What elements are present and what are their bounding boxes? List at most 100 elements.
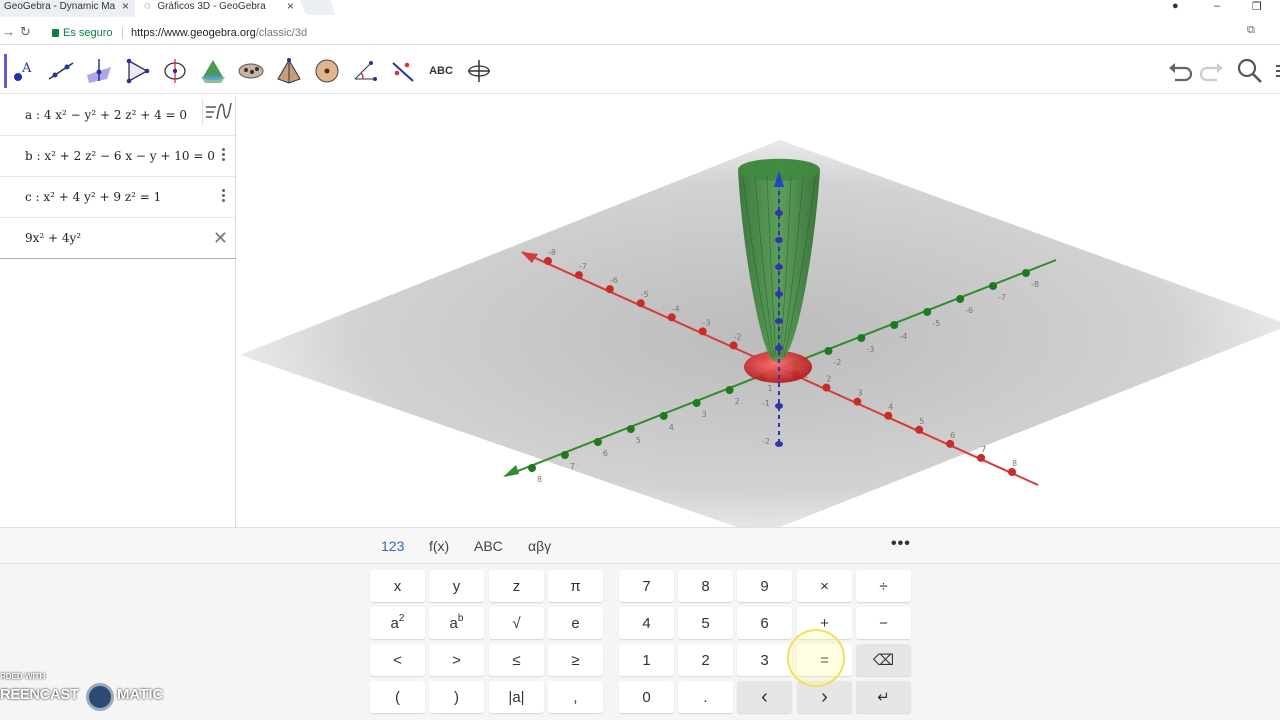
move-tool-button[interactable]: A [4, 54, 38, 88]
watermark-line2a: REENCAST [0, 686, 79, 703]
keyboard-tab-greek[interactable]: αβγ [528, 538, 551, 554]
key-8[interactable]: 8 [678, 570, 733, 602]
key-minus[interactable]: − [856, 607, 911, 639]
sphere-tool-button[interactable] [310, 54, 344, 88]
key-backspace[interactable]: ⌫ [856, 644, 911, 676]
key-less[interactable]: < [370, 644, 425, 676]
key-e[interactable]: e [548, 607, 603, 639]
key-dot[interactable]: . [678, 681, 733, 713]
equation-rhs: 1 [153, 190, 162, 204]
pyramid-tool-button[interactable] [272, 54, 306, 88]
key-leq[interactable]: ≤ [489, 644, 544, 676]
key-power[interactable]: ab [429, 607, 484, 639]
algebra-input-text[interactable]: 9x² + 4y² [25, 231, 81, 245]
key-z[interactable]: z [489, 570, 544, 602]
tab-close-icon[interactable]: × [287, 0, 294, 13]
key-abs[interactable]: |a| [489, 681, 544, 713]
undo-button[interactable] [1165, 56, 1195, 86]
key-cursor-left[interactable]: ‹ [737, 681, 792, 713]
angle-tool-button[interactable] [348, 54, 382, 88]
menu-button[interactable] [1270, 56, 1280, 86]
graphics-3d-view[interactable]: -8-7-6-5-4-3-2-11234567887654321-1-2-3-4… [240, 95, 1280, 527]
x-tick-mark [915, 425, 924, 434]
key-comma[interactable]: , [548, 681, 603, 713]
omnibox-divider [122, 27, 123, 39]
key-close-paren[interactable]: ) [429, 681, 484, 713]
algebra-item-b[interactable]: b : x² + 2 z² − 6 x − y + 10 = 0 [0, 136, 236, 177]
keyboard-tab-functions[interactable]: f(x) [429, 538, 449, 554]
key-divide[interactable]: ÷ [856, 570, 911, 602]
key-multiply[interactable]: × [797, 570, 852, 602]
key-0[interactable]: 0 [619, 681, 674, 713]
graphics-3d-canvas[interactable]: -8-7-6-5-4-3-2-11234567887654321-1-2-3-4… [240, 95, 1280, 527]
intersect-surfaces-tool-button[interactable] [196, 54, 230, 88]
translate-icon[interactable]: ⧉ [1247, 24, 1255, 37]
key-cursor-right[interactable]: › [797, 681, 852, 713]
search-button[interactable] [1235, 56, 1265, 86]
browser-tab-geogebra[interactable]: GeoGebra - Dynamic Ma × [0, 0, 135, 17]
ellipsoid-tool-button[interactable] [234, 54, 268, 88]
redo-button[interactable] [1197, 56, 1227, 86]
reload-icon[interactable]: ↻ [20, 24, 31, 40]
watermark-line2b: MATIC [117, 686, 164, 703]
circle-tool-button[interactable] [158, 54, 192, 88]
geogebra-favicon-icon: ◌ [144, 0, 151, 12]
item-menu-icon[interactable] [222, 148, 226, 164]
algebra-item-c[interactable]: c : x² + 4 y² + 9 z² = 1 [0, 177, 236, 218]
mouse-cursor-highlight [787, 629, 845, 687]
key-square[interactable]: a2 [370, 607, 425, 639]
key-pi[interactable]: π [548, 570, 603, 602]
keyboard-tab-numbers[interactable]: 123 [381, 538, 404, 554]
sort-graph-icon [206, 102, 232, 120]
text-tool-button[interactable]: ABC [424, 54, 458, 88]
item-menu-icon[interactable] [222, 189, 226, 205]
restore-icon[interactable]: ❐ [1252, 0, 1262, 13]
key-y[interactable]: y [429, 570, 484, 602]
key-4[interactable]: 4 [619, 607, 674, 639]
z-tick-label: -1 [762, 399, 770, 408]
key-3[interactable]: 3 [737, 644, 792, 676]
key-greater[interactable]: > [429, 644, 484, 676]
y-tick-mark [659, 412, 668, 420]
rotate-view-tool-button[interactable] [462, 54, 496, 88]
algebra-style-button[interactable] [202, 99, 232, 125]
equation-rhs: 0 [179, 108, 188, 122]
line-tool-button[interactable] [44, 54, 78, 88]
x-tick-mark [698, 327, 707, 336]
key-open-paren[interactable]: ( [370, 681, 425, 713]
key-9[interactable]: 9 [737, 570, 792, 602]
keyboard-tab-letters[interactable]: ABC [474, 538, 503, 554]
user-profile-icon[interactable]: ● [1172, 0, 1179, 12]
key-6[interactable]: 6 [737, 607, 792, 639]
new-tab-button[interactable] [300, 0, 336, 15]
browser-tab-graficos3d[interactable]: ◌ Gráficos 3D - GeoGebra × [140, 0, 300, 17]
key-x[interactable]: x [370, 570, 425, 602]
key-5[interactable]: 5 [678, 607, 733, 639]
url-omnibox[interactable]: Es seguro https://www.geogebra.org/class… [44, 23, 1264, 43]
x-tick-label: 8 [1012, 459, 1017, 468]
reflect-tool-button[interactable] [386, 54, 420, 88]
perpendicular-tool-button[interactable] [82, 54, 116, 88]
key-7[interactable]: 7 [619, 570, 674, 602]
algebra-input-row[interactable]: 9x² + 4y² ✕ [0, 218, 236, 259]
tab-close-icon[interactable]: × [122, 0, 129, 13]
key-enter[interactable]: ↵ [856, 681, 911, 713]
svg-text:A: A [21, 61, 32, 76]
url-text: https://www.geogebra.org/classic/3d [131, 23, 307, 43]
lock-icon [52, 29, 59, 37]
x-tick-label: 7 [981, 445, 986, 454]
key-2[interactable]: 2 [678, 644, 733, 676]
key-sqrt[interactable]: √ [489, 607, 544, 639]
perpendicular-plane-icon [87, 59, 111, 83]
key-1[interactable]: 1 [619, 644, 674, 676]
text-tool-label: ABC [429, 65, 453, 77]
polygon-tool-button[interactable] [120, 54, 154, 88]
algebra-item-a[interactable]: a : 4 x² − y² + 2 z² + 4 = 0 [0, 95, 236, 136]
secure-indicator[interactable]: Es seguro [52, 23, 113, 43]
keyboard-more-icon[interactable]: ••• [891, 535, 911, 553]
rotate-view-icon [468, 60, 490, 82]
forward-icon[interactable]: → [2, 24, 15, 39]
key-geq[interactable]: ≥ [548, 644, 603, 676]
clear-input-icon[interactable]: ✕ [213, 218, 228, 259]
minimize-icon[interactable]: – [1214, 0, 1220, 12]
